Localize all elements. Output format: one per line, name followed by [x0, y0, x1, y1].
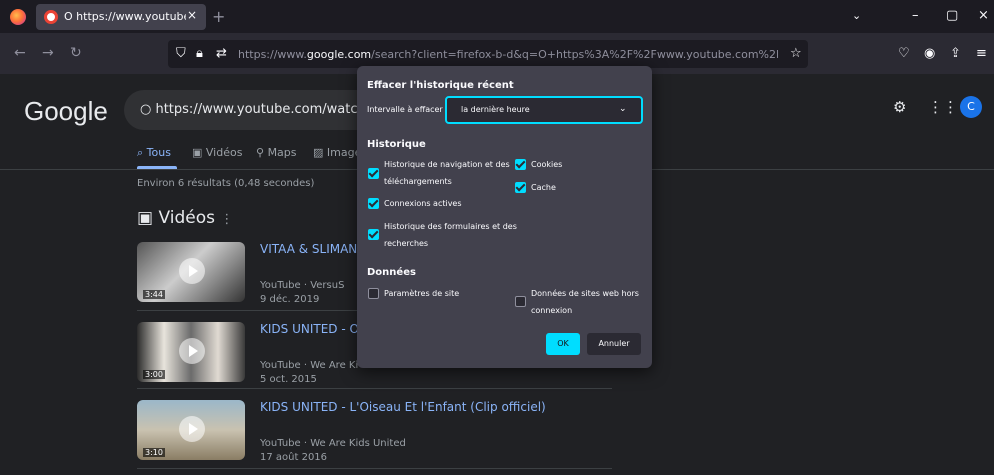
- map-pin-icon: ⚲: [256, 146, 268, 159]
- reload-icon[interactable]: ↻: [70, 45, 82, 61]
- video-thumbnail[interactable]: 3:10: [137, 400, 245, 460]
- close-window-icon[interactable]: ×: [978, 8, 989, 23]
- maximize-icon[interactable]: ▢: [946, 8, 958, 23]
- form-history-checkbox[interactable]: [368, 229, 379, 240]
- search-icon: ⌕: [137, 146, 147, 159]
- gear-icon[interactable]: ⚙: [893, 98, 906, 116]
- video-duration: 3:10: [143, 448, 165, 457]
- cookies-label: Cookies: [531, 160, 563, 169]
- url-bar[interactable]: ⛉ 🔒︎ ⇄ https://www.google.com/search?cli…: [168, 40, 808, 68]
- tab-title: O https://www.youtube.com/w: [64, 10, 186, 23]
- divider: [137, 388, 612, 389]
- cookies-checkbox[interactable]: [515, 159, 526, 170]
- tab-videos[interactable]: ▣ Vidéos: [192, 146, 242, 159]
- offline-data-label: Données de sites web hors connexion: [531, 289, 639, 315]
- cache-label: Cache: [531, 183, 556, 192]
- tab-all[interactable]: ⌕ Tous: [137, 146, 171, 160]
- url-text: https://www.google.com/search?client=fir…: [238, 48, 778, 61]
- video-title[interactable]: KIDS UNITED - L'Oiseau Et l'Enfant (Clip…: [260, 400, 546, 414]
- lock-icon[interactable]: 🔒︎: [196, 46, 203, 61]
- video-date: 17 août 2016: [260, 452, 328, 463]
- video-title[interactable]: KIDS UNITED - Oc: [260, 322, 366, 336]
- clear-history-dialog: Effacer l'historique récent Intervalle à…: [357, 66, 652, 368]
- account-extension-icon[interactable]: ◉: [924, 46, 935, 61]
- chevron-down-icon[interactable]: ⌄: [852, 9, 861, 22]
- avatar[interactable]: C: [960, 96, 982, 118]
- time-range-value: la dernière heure: [461, 105, 530, 114]
- play-icon: [179, 258, 205, 284]
- video-date: 9 déc. 2019: [260, 294, 320, 305]
- result-stats: Environ 6 résultats (0,48 secondes): [137, 178, 315, 189]
- permissions-icon[interactable]: ⇄: [216, 46, 227, 61]
- form-history-label: Historique des formulaires et des recherc…: [384, 222, 517, 248]
- video-thumbnail[interactable]: 3:44: [137, 242, 245, 302]
- site-settings-checkbox[interactable]: [368, 288, 379, 299]
- video-result[interactable]: 3:10 KIDS UNITED - L'Oiseau Et l'Enfant …: [137, 400, 612, 472]
- video-duration: 3:00: [143, 370, 165, 379]
- bookmark-star-icon[interactable]: ☆: [790, 46, 802, 61]
- back-icon[interactable]: ←: [14, 45, 26, 61]
- browsing-history-label: Historique de navigation et des télécharg…: [384, 160, 510, 186]
- menu-icon[interactable]: ≡: [976, 46, 987, 61]
- chevron-down-icon: ⌄: [619, 104, 627, 114]
- video-icon: ▣: [137, 208, 159, 228]
- play-icon: [179, 338, 205, 364]
- history-heading: Historique: [367, 139, 426, 150]
- video-source: YouTube · We Are Ki: [260, 360, 359, 371]
- video-thumbnail[interactable]: 3:00: [137, 322, 245, 382]
- close-tab-icon[interactable]: ×: [187, 8, 197, 22]
- range-label: Intervalle à effacer :: [367, 105, 448, 114]
- dialog-title: Effacer l'historique récent: [367, 80, 514, 91]
- video-duration: 3:44: [143, 290, 165, 299]
- share-icon[interactable]: ⇪: [950, 46, 961, 61]
- play-icon: [179, 416, 205, 442]
- divider: [137, 468, 612, 469]
- more-options-icon[interactable]: ⋮: [220, 212, 233, 227]
- image-icon: ▨: [313, 146, 327, 159]
- video-source: YouTube · We Are Kids United: [260, 438, 406, 449]
- shield-icon[interactable]: ⛉: [176, 46, 186, 61]
- video-date: 5 oct. 2015: [260, 374, 317, 385]
- tab-bar: O https://www.youtube.com/w × + ⌄ – ▢ ×: [0, 0, 994, 34]
- firefox-menu-icon[interactable]: [10, 9, 26, 25]
- google-logo[interactable]: Google: [24, 96, 108, 127]
- site-settings-label: Paramètres de site: [384, 289, 460, 298]
- video-source: YouTube · VersuS: [260, 280, 345, 291]
- forward-icon[interactable]: →: [42, 45, 54, 61]
- videos-heading: ▣ Vidéos ⋮: [137, 208, 234, 228]
- minimize-icon[interactable]: –: [912, 8, 919, 23]
- active-logins-checkbox[interactable]: [368, 198, 379, 209]
- pocket-icon[interactable]: ♡: [898, 46, 910, 61]
- ok-button[interactable]: OK: [546, 333, 580, 355]
- data-heading: Données: [367, 267, 416, 278]
- time-range-select[interactable]: la dernière heure ⌄: [445, 96, 643, 124]
- offline-data-checkbox[interactable]: [515, 296, 526, 307]
- new-tab-icon[interactable]: +: [212, 7, 225, 26]
- video-icon: ▣: [192, 146, 206, 159]
- video-title[interactable]: VITAA & SLIMANE: [260, 242, 365, 256]
- google-favicon-icon: [44, 10, 58, 24]
- browser-tab[interactable]: O https://www.youtube.com/w ×: [36, 4, 206, 30]
- tab-maps[interactable]: ⚲ Maps: [256, 146, 297, 159]
- active-logins-label: Connexions actives: [384, 199, 462, 208]
- cancel-button[interactable]: Annuler: [587, 333, 641, 355]
- cache-checkbox[interactable]: [515, 182, 526, 193]
- browsing-history-checkbox[interactable]: [368, 168, 379, 179]
